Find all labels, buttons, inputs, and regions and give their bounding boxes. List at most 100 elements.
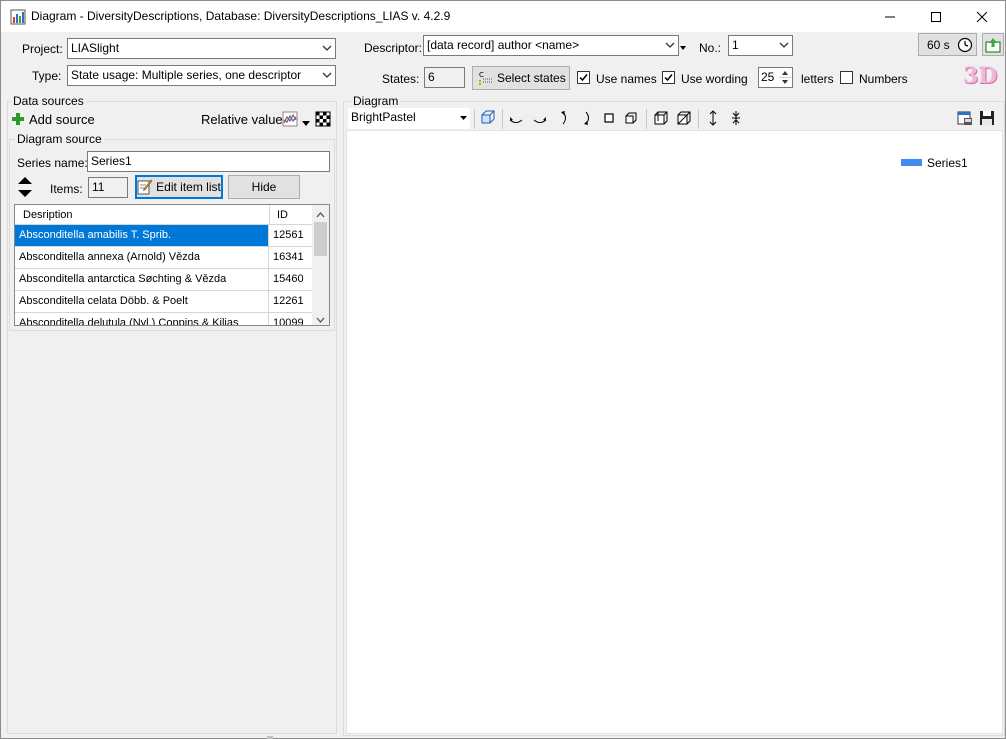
states-label: States: bbox=[382, 72, 420, 86]
scroll-up-icon[interactable] bbox=[316, 208, 325, 218]
data-sources-title: Data sources bbox=[11, 94, 86, 108]
rotate-right-icon[interactable] bbox=[531, 109, 549, 127]
edit-item-list-button[interactable]: Edit item list bbox=[135, 175, 223, 199]
select-states-button[interactable]: C Select states bbox=[472, 66, 570, 90]
hide-button[interactable]: Hide bbox=[228, 175, 300, 199]
3d-cube-icon[interactable] bbox=[479, 109, 497, 127]
toolbar-separator bbox=[474, 109, 475, 129]
type-value: State usage: Multiple series, one descri… bbox=[71, 68, 302, 82]
relative-values-dropdown-icon[interactable] bbox=[302, 116, 310, 126]
checkered-flag-icon[interactable] bbox=[315, 111, 331, 127]
chevron-down-icon bbox=[665, 42, 675, 48]
grid-scrollbar[interactable] bbox=[312, 205, 329, 325]
diagram-window: Diagram - DiversityDescriptions, Databas… bbox=[0, 0, 1006, 739]
perspective-view-icon[interactable] bbox=[622, 109, 640, 127]
legend-swatch bbox=[901, 159, 922, 166]
export-button[interactable] bbox=[982, 33, 1004, 56]
items-label: Items: bbox=[50, 182, 83, 196]
relative-values-chart-icon[interactable] bbox=[282, 111, 298, 127]
maximize-button[interactable] bbox=[913, 1, 959, 32]
minimize-button[interactable] bbox=[867, 1, 913, 32]
grid-header: Desription ID bbox=[15, 205, 313, 225]
save-icon[interactable] bbox=[978, 109, 996, 127]
three-d-toggle[interactable]: 3D bbox=[963, 63, 997, 89]
row-id: 15460 bbox=[273, 273, 304, 285]
descriptor-label: Descriptor: bbox=[364, 41, 423, 55]
items-grid: Desription ID Absconditella amabilis T. … bbox=[14, 204, 330, 326]
edit-item-list-label: Edit item list bbox=[156, 180, 221, 194]
tilt-up-icon[interactable] bbox=[555, 109, 573, 127]
chart-app-icon bbox=[10, 9, 26, 25]
row-name: Absconditella celata Döbb. & Poelt bbox=[15, 291, 269, 312]
table-row[interactable]: Absconditella celata Döbb. & Poelt 12261 bbox=[15, 291, 313, 313]
diagram-source-title: Diagram source bbox=[15, 132, 104, 146]
row-name: Absconditella annexa (Arnold) Vězda bbox=[15, 247, 269, 268]
table-row[interactable]: Absconditella annexa (Arnold) Vězda 1634… bbox=[15, 247, 313, 269]
column-header-description[interactable]: Desription bbox=[23, 209, 73, 221]
move-up-down-icon[interactable] bbox=[17, 176, 33, 198]
compress-vertical-icon[interactable] bbox=[727, 109, 745, 127]
tilt-down-icon[interactable] bbox=[578, 109, 596, 127]
numbers-label: Numbers bbox=[859, 72, 908, 86]
export-green-icon bbox=[985, 37, 1001, 53]
close-button[interactable] bbox=[959, 1, 1005, 32]
letters-value: 25 bbox=[761, 70, 775, 84]
type-select[interactable]: State usage: Multiple series, one descri… bbox=[67, 65, 336, 86]
print-preview-icon[interactable] bbox=[956, 109, 974, 127]
toolbar-separator bbox=[502, 109, 503, 129]
descriptor-dropdown-arrow-icon[interactable] bbox=[679, 41, 687, 50]
use-names-checkbox[interactable] bbox=[577, 71, 590, 84]
no-select[interactable]: 1 bbox=[728, 35, 793, 56]
use-wording-label: Use wording bbox=[681, 72, 748, 86]
flat-view-icon[interactable] bbox=[600, 109, 618, 127]
relative-values-label: Relative values bbox=[201, 112, 290, 127]
window-title: Diagram - DiversityDescriptions, Databas… bbox=[31, 9, 451, 23]
wireframe-view-icon[interactable] bbox=[675, 109, 693, 127]
clock-icon bbox=[957, 37, 973, 53]
row-name: Absconditella amabilis T. Sprib. bbox=[15, 225, 269, 246]
table-row[interactable]: Absconditella amabilis T. Sprib. 12561 bbox=[15, 225, 313, 247]
cube-view-icon[interactable] bbox=[652, 109, 670, 127]
select-states-label: Select states bbox=[497, 71, 566, 85]
add-source-button[interactable]: Add source bbox=[29, 112, 95, 127]
rotate-left-icon[interactable] bbox=[507, 109, 525, 127]
row-id: 10099 bbox=[273, 317, 304, 326]
series-name-label: Series name: bbox=[17, 156, 88, 170]
column-divider bbox=[269, 205, 270, 225]
stepper-arrows-icon[interactable] bbox=[779, 69, 791, 86]
scroll-thumb[interactable] bbox=[314, 222, 327, 256]
row-id: 12561 bbox=[273, 229, 304, 241]
states-count-field: 6 bbox=[424, 67, 465, 88]
chevron-down-icon bbox=[322, 45, 332, 51]
scroll-down-icon[interactable] bbox=[316, 313, 325, 323]
palette-select[interactable]: BrightPastel bbox=[348, 108, 470, 129]
column-header-id[interactable]: ID bbox=[277, 209, 288, 221]
table-row[interactable]: Absconditella delutula (Nyl.) Coppins & … bbox=[15, 313, 313, 326]
use-names-label: Use names bbox=[596, 72, 657, 86]
diagram-canvas[interactable]: Series1 bbox=[346, 130, 1003, 734]
project-label: Project: bbox=[22, 42, 63, 56]
svg-text:C: C bbox=[479, 71, 484, 79]
type-label: Type: bbox=[32, 69, 62, 83]
palette-value: BrightPastel bbox=[351, 110, 416, 124]
row-name: Absconditella antarctica Søchting & Vězd… bbox=[15, 269, 269, 290]
timer-button[interactable]: 60 s bbox=[918, 33, 977, 56]
row-id: 16341 bbox=[273, 251, 304, 263]
series-name-input[interactable]: Series1 bbox=[87, 151, 330, 172]
project-select[interactable]: LIASlight bbox=[67, 38, 336, 59]
letters-stepper[interactable]: 25 bbox=[758, 67, 793, 88]
edit-icon bbox=[137, 179, 153, 195]
stretch-vertical-icon[interactable] bbox=[704, 109, 722, 127]
chevron-down-icon bbox=[322, 72, 332, 78]
toolbar-separator bbox=[646, 109, 647, 129]
legend-series-label: Series1 bbox=[927, 156, 968, 170]
row-name: Absconditella delutula (Nyl.) Coppins & … bbox=[15, 313, 269, 325]
letters-label: letters bbox=[801, 72, 834, 86]
table-row[interactable]: Absconditella antarctica Søchting & Vězd… bbox=[15, 269, 313, 291]
use-wording-checkbox[interactable] bbox=[662, 71, 675, 84]
diagram-group-title: Diagram bbox=[351, 94, 401, 108]
no-label: No.: bbox=[699, 41, 722, 55]
numbers-checkbox[interactable] bbox=[840, 71, 853, 84]
toolbar-separator bbox=[698, 109, 699, 129]
descriptor-select[interactable]: [data record] author <name> bbox=[423, 35, 679, 56]
